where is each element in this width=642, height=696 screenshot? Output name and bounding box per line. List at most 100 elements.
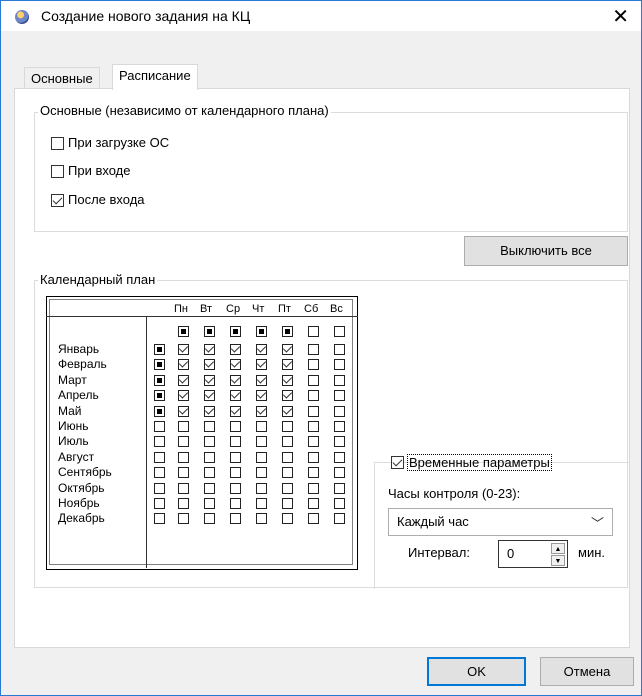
calendar-day-checkbox[interactable] (230, 359, 241, 370)
calendar-day-checkbox[interactable] (204, 452, 215, 463)
calendar-day-checkbox[interactable] (282, 406, 293, 417)
calendar-day-checkbox[interactable] (334, 467, 345, 478)
calendar-day-checkbox[interactable] (178, 498, 189, 509)
calendar-day-checkbox[interactable] (178, 513, 189, 524)
calendar-day-checkbox[interactable] (334, 436, 345, 447)
calendar-day-checkbox[interactable] (282, 359, 293, 370)
calendar-day-checkbox[interactable] (230, 436, 241, 447)
calendar-day-checkbox[interactable] (256, 390, 267, 401)
on-os-boot-checkbox[interactable] (51, 137, 64, 150)
calendar-day-checkbox[interactable] (308, 375, 319, 386)
calendar-day-checkbox[interactable] (230, 452, 241, 463)
calendar-day-checkbox[interactable] (256, 344, 267, 355)
calendar-day-checkbox[interactable] (282, 375, 293, 386)
calendar-day-checkbox[interactable] (204, 498, 215, 509)
calendar-day-checkbox[interactable] (230, 483, 241, 494)
calendar-day-checkbox[interactable] (334, 513, 345, 524)
calendar-day-checkbox[interactable] (308, 513, 319, 524)
calendar-day-checkbox[interactable] (256, 421, 267, 432)
calendar-day-checkbox[interactable] (204, 406, 215, 417)
calendar-day-checkbox[interactable] (282, 513, 293, 524)
calendar-day-checkbox[interactable] (334, 344, 345, 355)
month-row-selector[interactable] (154, 452, 165, 463)
close-icon[interactable]: ✕ (612, 4, 629, 29)
stepper-up-icon[interactable]: ▲ (551, 543, 565, 554)
interval-stepper[interactable]: 0 ▲ ▼ (498, 540, 568, 568)
calendar-day-checkbox[interactable] (308, 436, 319, 447)
calendar-day-checkbox[interactable] (178, 406, 189, 417)
calendar-day-checkbox[interactable] (178, 483, 189, 494)
month-row-selector[interactable] (154, 467, 165, 478)
ok-button[interactable]: OK (427, 657, 526, 686)
calendar-day-checkbox[interactable] (308, 344, 319, 355)
calendar-day-checkbox[interactable] (256, 467, 267, 478)
calendar-day-checkbox[interactable] (256, 436, 267, 447)
day-column-selector[interactable] (282, 326, 293, 337)
calendar-day-checkbox[interactable] (204, 483, 215, 494)
month-row-selector[interactable] (154, 344, 165, 355)
calendar-day-checkbox[interactable] (282, 421, 293, 432)
day-column-selector[interactable] (230, 326, 241, 337)
calendar-day-checkbox[interactable] (204, 421, 215, 432)
day-column-selector[interactable] (256, 326, 267, 337)
calendar-day-checkbox[interactable] (256, 375, 267, 386)
month-row-selector[interactable] (154, 390, 165, 401)
interval-value[interactable]: 0 (507, 546, 514, 561)
month-row-selector[interactable] (154, 436, 165, 447)
calendar-day-checkbox[interactable] (178, 375, 189, 386)
disable-all-button[interactable]: Выключить все (464, 236, 628, 266)
calendar-day-checkbox[interactable] (230, 344, 241, 355)
calendar-day-checkbox[interactable] (256, 498, 267, 509)
calendar-day-checkbox[interactable] (256, 452, 267, 463)
calendar-day-checkbox[interactable] (308, 498, 319, 509)
day-column-selector[interactable] (308, 326, 319, 337)
calendar-day-checkbox[interactable] (204, 390, 215, 401)
calendar-day-checkbox[interactable] (230, 467, 241, 478)
calendar-day-checkbox[interactable] (334, 483, 345, 494)
calendar-day-checkbox[interactable] (334, 498, 345, 509)
after-login-checkbox[interactable] (51, 194, 64, 207)
calendar-day-checkbox[interactable] (256, 359, 267, 370)
day-column-selector[interactable] (334, 326, 345, 337)
calendar-day-checkbox[interactable] (334, 406, 345, 417)
stepper-down-icon[interactable]: ▼ (551, 555, 565, 566)
calendar-day-checkbox[interactable] (204, 344, 215, 355)
time-params-checkbox[interactable] (391, 456, 404, 469)
calendar-day-checkbox[interactable] (178, 390, 189, 401)
calendar-day-checkbox[interactable] (308, 452, 319, 463)
month-row-selector[interactable] (154, 483, 165, 494)
calendar-day-checkbox[interactable] (308, 406, 319, 417)
calendar-day-checkbox[interactable] (204, 467, 215, 478)
calendar-day-checkbox[interactable] (204, 513, 215, 524)
calendar-day-checkbox[interactable] (308, 421, 319, 432)
calendar-day-checkbox[interactable] (230, 390, 241, 401)
chevron-down-icon[interactable]: ﹀ (591, 513, 604, 532)
calendar-day-checkbox[interactable] (282, 467, 293, 478)
calendar-day-checkbox[interactable] (334, 375, 345, 386)
month-row-selector[interactable] (154, 513, 165, 524)
month-row-selector[interactable] (154, 421, 165, 432)
calendar-day-checkbox[interactable] (334, 359, 345, 370)
calendar-day-checkbox[interactable] (204, 359, 215, 370)
calendar-day-checkbox[interactable] (178, 467, 189, 478)
day-column-selector[interactable] (178, 326, 189, 337)
calendar-day-checkbox[interactable] (230, 375, 241, 386)
calendar-day-checkbox[interactable] (308, 483, 319, 494)
calendar-day-checkbox[interactable] (256, 406, 267, 417)
cancel-button[interactable]: Отмена (540, 657, 634, 686)
month-row-selector[interactable] (154, 406, 165, 417)
calendar-day-checkbox[interactable] (178, 344, 189, 355)
month-row-selector[interactable] (154, 498, 165, 509)
calendar-day-checkbox[interactable] (308, 467, 319, 478)
calendar-day-checkbox[interactable] (308, 359, 319, 370)
calendar-day-checkbox[interactable] (230, 498, 241, 509)
calendar-day-checkbox[interactable] (178, 452, 189, 463)
calendar-day-checkbox[interactable] (204, 436, 215, 447)
tab-raspisanie[interactable]: Расписание (112, 64, 198, 90)
calendar-day-checkbox[interactable] (308, 390, 319, 401)
calendar-day-checkbox[interactable] (282, 344, 293, 355)
day-column-selector[interactable] (204, 326, 215, 337)
calendar-day-checkbox[interactable] (282, 498, 293, 509)
tab-osnovnye[interactable]: Основные (24, 67, 100, 90)
month-row-selector[interactable] (154, 375, 165, 386)
